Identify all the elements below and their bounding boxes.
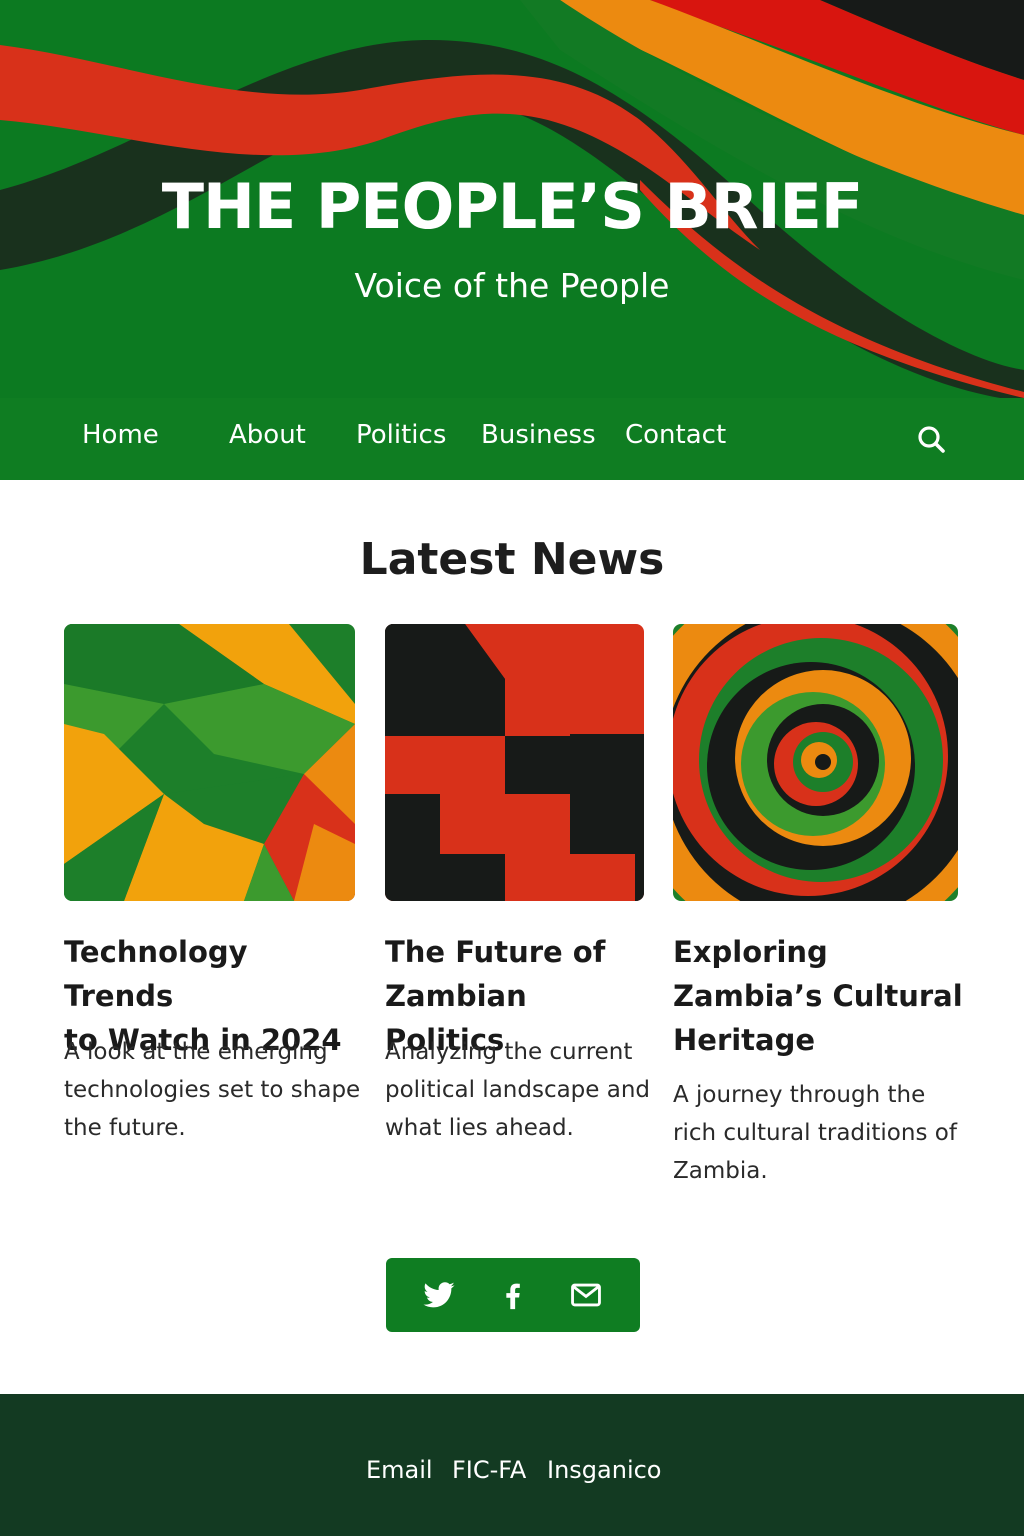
section-title: Latest News xyxy=(359,534,665,585)
facebook-icon[interactable] xyxy=(496,1278,530,1312)
search-icon[interactable] xyxy=(914,422,948,456)
article-desc-line: rich cultural traditions of xyxy=(673,1120,957,1146)
site-tagline: Voice of the People xyxy=(354,266,670,305)
article-desc-line: Analyzing the current xyxy=(385,1039,633,1065)
article-description: A look at the emerging technologies set … xyxy=(64,1033,364,1147)
footer-link-fic-fa[interactable]: FIC-FA xyxy=(452,1456,526,1484)
article-desc-line: A journey through the xyxy=(673,1082,926,1108)
article-card[interactable]: The Future of Zambian Politics Analyzing… xyxy=(385,624,650,1141)
footer-link-email[interactable]: Email xyxy=(366,1456,433,1484)
mail-icon[interactable] xyxy=(569,1278,603,1312)
nav-about[interactable]: About xyxy=(229,420,306,450)
article-title-line[interactable]: Technology Trends xyxy=(64,930,364,1018)
article-title-line[interactable]: The Future of xyxy=(385,930,655,974)
main-nav: Home About Politics Business Contact xyxy=(0,398,1024,480)
article-desc-line: Zambia. xyxy=(673,1158,768,1184)
article-desc-line: what lies ahead. xyxy=(385,1115,574,1141)
site-footer: Email FIC-FA Insganico xyxy=(0,1394,1024,1536)
article-title-line[interactable]: Exploring xyxy=(673,930,973,974)
article-desc-line: the future. xyxy=(64,1115,186,1141)
article-description: Analyzing the current political landscap… xyxy=(385,1033,655,1147)
article-image-blocks[interactable] xyxy=(385,624,644,901)
nav-politics[interactable]: Politics xyxy=(356,420,446,450)
article-desc-line: political landscape and xyxy=(385,1077,651,1103)
article-image-geometric[interactable] xyxy=(64,624,355,901)
article-desc-line: A look at the emerging xyxy=(64,1039,328,1065)
article-title-line[interactable]: Zambia’s Cultural xyxy=(673,974,973,1018)
nav-home[interactable]: Home xyxy=(82,420,159,450)
article-description: A journey through the rich cultural trad… xyxy=(673,1076,973,1190)
nav-contact[interactable]: Contact xyxy=(625,420,726,450)
article-desc-line: technologies set to shape xyxy=(64,1077,361,1103)
article-card[interactable]: Exploring Zambia’s Cultural Heritage A j… xyxy=(673,624,963,1184)
article-title[interactable]: Exploring Zambia’s Cultural Heritage xyxy=(673,930,973,1062)
twitter-icon[interactable] xyxy=(422,1278,456,1312)
hero-banner: THE PEOPLE’S BRIEF Voice of the People xyxy=(0,0,1024,398)
article-image-spiral[interactable] xyxy=(673,624,958,901)
article-card[interactable]: Technology Trends to Watch in 2024 A loo… xyxy=(64,624,360,1141)
site-title: THE PEOPLE’S BRIEF xyxy=(161,170,863,243)
footer-link-insganico[interactable]: Insganico xyxy=(547,1456,662,1484)
nav-business[interactable]: Business xyxy=(481,420,596,450)
social-links-bar xyxy=(386,1258,640,1332)
article-title-line[interactable]: Heritage xyxy=(673,1018,973,1062)
